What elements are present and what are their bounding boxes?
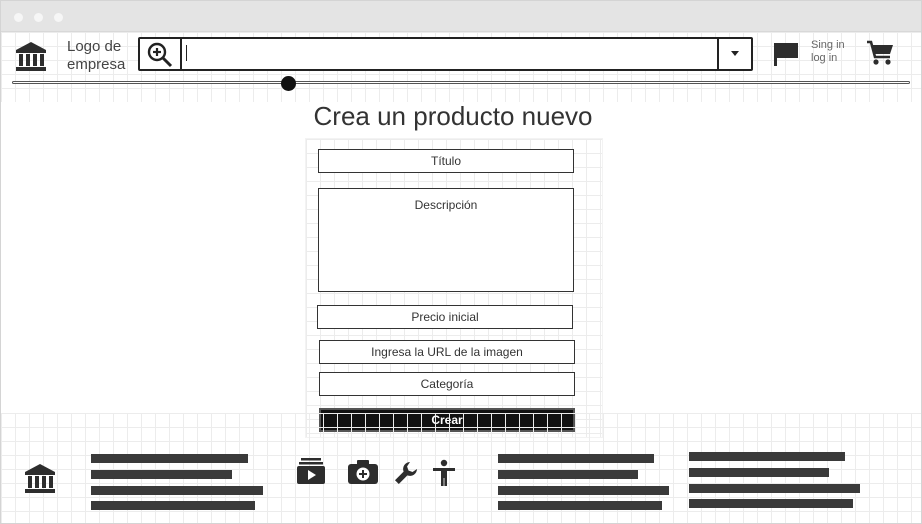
- footer-link-placeholder[interactable]: [91, 454, 248, 463]
- site-header: Logo de empresa Sing in log in: [1, 32, 921, 102]
- footer-link-placeholder[interactable]: [498, 501, 662, 510]
- slider-handle[interactable]: [281, 76, 296, 91]
- footer-link-placeholder[interactable]: [91, 470, 232, 479]
- shopping-cart-icon[interactable]: [866, 40, 894, 71]
- window-titlebar: [1, 1, 921, 32]
- window-dot[interactable]: [34, 13, 43, 22]
- category-field[interactable]: Categoría: [319, 372, 575, 396]
- flag-icon[interactable]: [773, 42, 799, 71]
- bank-icon[interactable]: [15, 41, 47, 78]
- search-dropdown[interactable]: [717, 39, 751, 69]
- footer-link-placeholder[interactable]: [498, 454, 654, 463]
- video-library-icon[interactable]: [296, 457, 326, 490]
- image-url-field-label: Ingresa la URL de la imagen: [371, 345, 523, 359]
- search-input[interactable]: [184, 39, 718, 69]
- description-field-label: Descripción: [414, 198, 478, 212]
- title-field-label: Título: [430, 154, 461, 168]
- wrench-icon[interactable]: [393, 460, 419, 491]
- browser-window: Logo de empresa Sing in log in Crea un p…: [0, 0, 922, 524]
- text-cursor: [186, 45, 187, 61]
- bank-icon[interactable]: [23, 463, 57, 500]
- page-title: Crea un producto nuevo: [313, 101, 593, 131]
- footer-link-placeholder[interactable]: [91, 501, 255, 510]
- accessibility-icon[interactable]: [431, 459, 457, 492]
- site-footer: [1, 413, 921, 523]
- footer-link-placeholder[interactable]: [689, 452, 845, 461]
- price-field[interactable]: Precio inicial: [317, 305, 573, 329]
- auth-links: Sing in log in: [811, 39, 845, 65]
- company-logo-text[interactable]: Logo de empresa: [67, 38, 137, 74]
- title-field[interactable]: Título: [318, 149, 574, 173]
- sign-in-link[interactable]: Sing in: [811, 39, 845, 52]
- search-bar: [138, 37, 753, 71]
- category-field-label: Categoría: [420, 377, 474, 391]
- price-field-label: Precio inicial: [411, 310, 479, 324]
- search-button[interactable]: [140, 39, 182, 69]
- log-in-link[interactable]: log in: [811, 52, 845, 65]
- window-dot[interactable]: [14, 13, 23, 22]
- add-photo-icon[interactable]: [347, 459, 379, 490]
- slider-track[interactable]: [12, 81, 910, 84]
- footer-link-placeholder[interactable]: [689, 468, 829, 477]
- description-field[interactable]: Descripción: [318, 188, 574, 292]
- footer-link-placeholder[interactable]: [498, 470, 638, 479]
- window-dot[interactable]: [54, 13, 63, 22]
- footer-link-placeholder[interactable]: [689, 484, 860, 493]
- image-url-field[interactable]: Ingresa la URL de la imagen: [319, 340, 575, 364]
- footer-link-placeholder[interactable]: [689, 499, 853, 508]
- footer-link-placeholder[interactable]: [91, 486, 263, 495]
- footer-link-placeholder[interactable]: [498, 486, 669, 495]
